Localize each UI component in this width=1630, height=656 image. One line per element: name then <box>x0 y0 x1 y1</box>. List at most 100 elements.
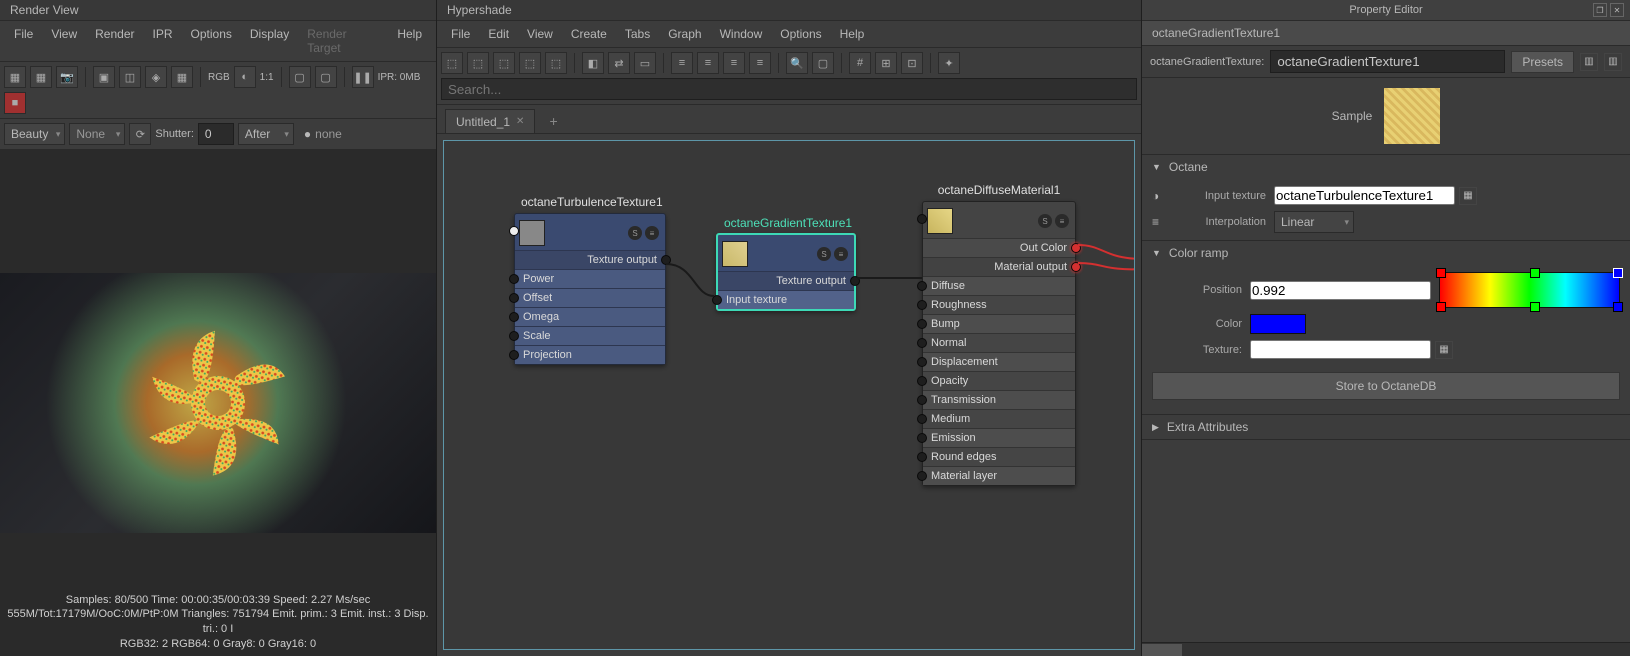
pause-icon[interactable]: ❚❚ <box>352 66 374 88</box>
interpolation-dropdown[interactable]: Linear <box>1274 211 1354 233</box>
rearrange-icon[interactable]: ⇄ <box>608 52 630 74</box>
port-offset[interactable]: Offset <box>515 288 665 307</box>
node-diffuse-material[interactable]: octaneDiffuseMaterial1 S≡ Out Color Mate… <box>922 201 1076 486</box>
align-right-icon[interactable]: ≡ <box>723 52 745 74</box>
graph-output-icon[interactable]: ⬚ <box>467 52 489 74</box>
exposure-icon[interactable]: ◐ <box>234 66 256 88</box>
port-power[interactable]: Power <box>515 269 665 288</box>
list-icon[interactable]: ≡ <box>1152 215 1168 229</box>
color-ramp[interactable] <box>1439 272 1620 308</box>
grid-toggle-icon[interactable]: ⊡ <box>901 52 923 74</box>
render-frame-icon[interactable]: ▦ <box>171 66 193 88</box>
menu-hs-edit[interactable]: Edit <box>480 25 517 43</box>
menu-dots-icon[interactable]: ≡ <box>834 247 848 261</box>
port-round-edges[interactable]: Round edges <box>923 447 1075 466</box>
shutter-field[interactable]: 0 <box>198 123 234 145</box>
graph-remove-icon[interactable]: ⬚ <box>545 52 567 74</box>
node-turbulence-texture[interactable]: octaneTurbulenceTexture1 S≡ Texture outp… <box>514 213 666 365</box>
section-ramp-header[interactable]: ▼Color ramp <box>1142 241 1630 265</box>
menu-rv-options[interactable]: Options <box>183 25 240 57</box>
port-medium[interactable]: Medium <box>923 409 1075 428</box>
grid-icon[interactable]: # <box>849 52 871 74</box>
camera-dropdown[interactable]: None <box>69 123 125 145</box>
store-to-octanedb-button[interactable]: Store to OctaneDB <box>1152 372 1620 400</box>
port-transmission[interactable]: Transmission <box>923 390 1075 409</box>
open-image-icon[interactable]: ▦ <box>4 66 26 88</box>
ramp-stop-selected[interactable] <box>1613 268 1623 278</box>
ramp-stop[interactable] <box>1436 268 1446 278</box>
port-bump[interactable]: Bump <box>923 314 1075 333</box>
menu-rv-file[interactable]: File <box>6 25 41 57</box>
menu-hs-help[interactable]: Help <box>832 25 873 43</box>
port-omega[interactable]: Omega <box>515 307 665 326</box>
menu-rv-view[interactable]: View <box>43 25 85 57</box>
port-displacement[interactable]: Displacement <box>923 352 1075 371</box>
ramp-stop[interactable] <box>1530 268 1540 278</box>
section-extra-header[interactable]: ▶Extra Attributes <box>1142 415 1630 439</box>
graph-add-icon[interactable]: ⬚ <box>519 52 541 74</box>
ramp-handle[interactable] <box>1530 302 1540 312</box>
menu-dots-icon[interactable]: ≡ <box>1055 214 1069 228</box>
port-opacity[interactable]: Opacity <box>923 371 1075 390</box>
graph-io-icon[interactable]: ⬚ <box>493 52 515 74</box>
menu-dots-icon[interactable]: ≡ <box>645 226 659 240</box>
tab-untitled-1[interactable]: Untitled_1✕ <box>445 109 535 133</box>
ipr-render-icon[interactable]: ◈ <box>145 66 167 88</box>
menu-hs-window[interactable]: Window <box>712 25 771 43</box>
horizontal-scrollbar[interactable] <box>1142 642 1630 656</box>
section-octane-header[interactable]: ▼Octane <box>1142 155 1630 179</box>
stop-icon[interactable]: ■ <box>4 92 26 114</box>
color-swatch[interactable] <box>1250 314 1306 334</box>
menu-rv-render[interactable]: Render <box>87 25 142 57</box>
render-region-icon[interactable]: ◫ <box>119 66 141 88</box>
snapshot-icon[interactable]: 📷 <box>56 66 78 88</box>
menu-rv-ipr[interactable]: IPR <box>145 25 181 57</box>
presets-button[interactable]: Presets <box>1511 51 1574 73</box>
graph-input-icon[interactable]: ⬚ <box>441 52 463 74</box>
connect-icon[interactable]: ▦ <box>1459 187 1477 205</box>
port-input-texture[interactable]: Input texture <box>718 290 854 309</box>
port-texture-output[interactable]: Texture output <box>515 250 665 269</box>
port-material-layer[interactable]: Material layer <box>923 466 1075 485</box>
port-projection[interactable]: Projection <box>515 345 665 364</box>
hide-icon[interactable]: ▥ <box>1604 53 1622 71</box>
clear-graph-icon[interactable]: ◧ <box>582 52 604 74</box>
show-icon[interactable]: ▥ <box>1580 53 1598 71</box>
node-name-input[interactable] <box>1270 50 1505 73</box>
distribute-icon[interactable]: ≡ <box>749 52 771 74</box>
restore-icon[interactable]: ❐ <box>1593 3 1607 17</box>
sample-swatch[interactable] <box>1384 88 1440 144</box>
port-roughness[interactable]: Roughness <box>923 295 1075 314</box>
align-center-icon[interactable]: ≡ <box>697 52 719 74</box>
save-image-icon[interactable]: ▦ <box>30 66 52 88</box>
solo-icon[interactable]: ✦ <box>938 52 960 74</box>
port-out-color[interactable]: Out Color <box>923 238 1075 257</box>
menu-rv-help[interactable]: Help <box>389 25 430 57</box>
ramp-handle[interactable] <box>1436 302 1446 312</box>
texture-field[interactable] <box>1250 340 1431 359</box>
layer-dropdown[interactable]: Beauty <box>4 123 65 145</box>
add-tab-button[interactable]: + <box>539 109 567 133</box>
menu-rv-render-target[interactable]: Render Target <box>299 25 387 57</box>
port-emission[interactable]: Emission <box>923 428 1075 447</box>
menu-hs-file[interactable]: File <box>443 25 478 43</box>
node-graph[interactable]: octaneTurbulenceTexture1 S≡ Texture outp… <box>443 140 1135 650</box>
menu-hs-create[interactable]: Create <box>563 25 615 43</box>
align-left-icon[interactable]: ≡ <box>671 52 693 74</box>
eye-icon[interactable]: ◑ <box>1152 189 1168 203</box>
menu-rv-display[interactable]: Display <box>242 25 297 57</box>
after-dropdown[interactable]: After <box>238 123 294 145</box>
port-diffuse[interactable]: Diffuse <box>923 276 1075 295</box>
port-texture-output[interactable]: Texture output <box>718 271 854 290</box>
ramp-handle[interactable] <box>1613 302 1623 312</box>
close-icon[interactable]: ✕ <box>516 116 524 127</box>
render-icon[interactable]: ▣ <box>93 66 115 88</box>
remove-image-icon[interactable]: ▢ <box>315 66 337 88</box>
input-texture-field[interactable] <box>1274 186 1455 205</box>
group-icon[interactable]: ▭ <box>634 52 656 74</box>
node-gradient-texture[interactable]: octaneGradientTexture1 S≡ Texture output… <box>716 233 856 311</box>
menu-hs-graph[interactable]: Graph <box>660 25 709 43</box>
keep-image-icon[interactable]: ▢ <box>289 66 311 88</box>
search-input[interactable] <box>441 78 1137 100</box>
port-material-output[interactable]: Material output <box>923 257 1075 276</box>
